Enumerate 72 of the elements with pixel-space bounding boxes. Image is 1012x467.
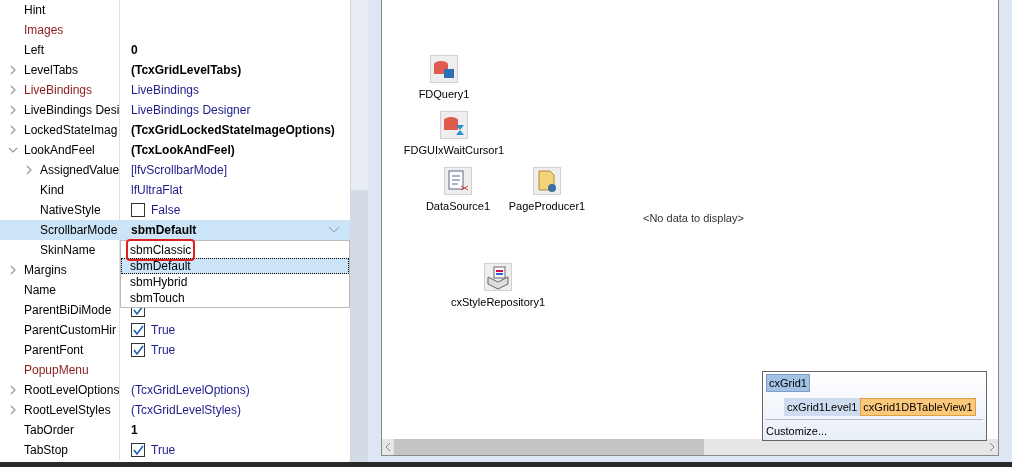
dropdown-option[interactable]: sbmTouch [121,290,349,306]
component-label[interactable]: PageProducer1 [508,198,586,215]
property-name: PopupMenu [24,362,89,379]
property-name: Left [24,42,44,59]
view-node[interactable]: cxGrid1DBTableView1 [860,398,976,416]
producer-component-icon[interactable] [533,167,561,195]
property-value: sbmDefault [131,222,197,239]
property-name: LevelTabs [24,62,79,79]
grid-node[interactable]: cxGrid1 [766,374,810,392]
property-value: True [151,342,176,359]
checkbox[interactable] [131,203,145,217]
property-value: 1 [131,422,138,439]
customize-link[interactable]: Customize... [766,425,828,437]
checkmark-icon [132,324,144,336]
property-name: LockedStateImag [24,122,118,139]
property-name: ParentBiDiMode [24,302,112,319]
property-value: True [151,442,176,459]
property-name: Images [24,22,64,39]
vertical-scrollbar[interactable] [350,0,368,462]
component-label[interactable]: cxStyleRepository1 [450,294,546,311]
level-node[interactable]: cxGrid1Level1 [784,398,861,416]
property-value: (TcxLookAndFeel) [131,142,235,159]
checkbox[interactable] [131,443,145,457]
wait-component-icon[interactable] [440,111,468,139]
property-value: (TcxGridLockedStateImageOptions) [131,122,335,139]
checkmark-icon [132,344,144,356]
property-value: [lfvScrollbarMode] [131,162,228,179]
scrollbar-thumb[interactable] [351,190,368,462]
property-name: SkinName [40,242,96,259]
property-value: lfUltraFlat [131,182,183,199]
dropdown-option[interactable]: sbmClassic [121,242,349,258]
datasource-component-icon[interactable] [444,167,472,195]
checkbox[interactable] [131,323,145,337]
property-name: TabStop [24,442,69,459]
property-value: True [151,322,176,339]
component-label[interactable]: FDGUIxWaitCursor1 [403,142,505,159]
property-value: LiveBindings [131,82,200,99]
property-value: (TcxGridLevelOptions) [131,382,250,399]
property-name: LiveBindings Desi [24,102,119,119]
property-value: (TcxGridLevelTabs) [131,62,242,79]
property-name: NativeStyle [40,202,101,219]
property-name: ScrollbarMode [40,222,118,239]
checkbox[interactable] [131,343,145,357]
query-component-icon[interactable] [430,55,458,83]
property-value: False [151,202,181,219]
property-name: ParentCustomHir [24,322,117,339]
property-name: Kind [40,182,65,199]
dropdown-option[interactable]: sbmDefault [121,258,349,274]
property-name: ParentFont [24,342,84,359]
property-name: RootLevelOptions [24,382,119,399]
property-value: LiveBindings Designer [131,102,251,119]
chevron-right-icon[interactable] [8,265,18,275]
dropdown-option[interactable]: sbmHybrid [121,274,349,290]
scrollbar-thumb[interactable] [394,439,704,455]
chevron-down-icon[interactable] [8,145,18,155]
styles-component-icon[interactable] [484,263,512,291]
property-name: Margins [24,262,67,279]
chevron-right-icon[interactable] [24,165,34,175]
component-label[interactable]: FDQuery1 [418,86,470,103]
property-value: (TcxGridLevelStyles) [131,402,242,419]
horizontal-scrollbar[interactable] [382,439,998,455]
property-name: LiveBindings [24,82,93,99]
property-name: Name [24,282,56,299]
property-name: TabOrder [24,422,75,439]
empty-grid-message: <No data to display> [643,211,744,226]
component-label[interactable]: DataSource1 [425,198,491,215]
checkmark-icon [132,444,144,456]
property-name: RootLevelStyles [24,402,111,419]
property-name: AssignedValue [40,162,119,179]
property-name: LookAndFeel [24,142,95,159]
property-value: 0 [131,42,138,59]
property-name: Hint [24,2,46,19]
